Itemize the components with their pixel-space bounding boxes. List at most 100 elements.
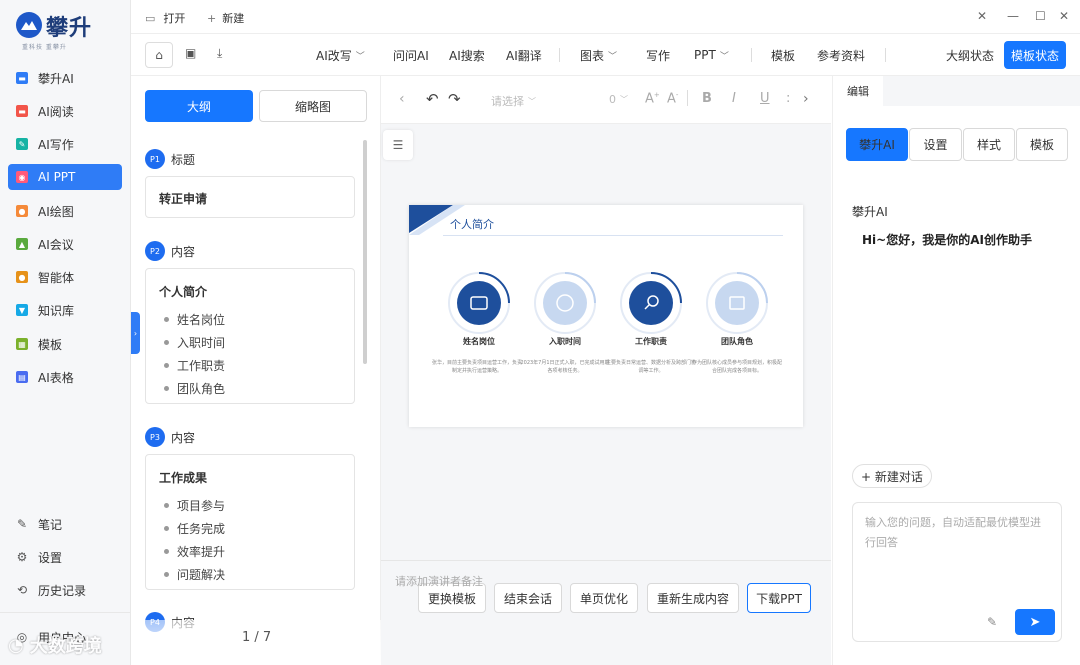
tab-panshengai[interactable]: 攀升AI [846,128,908,161]
save-icon[interactable]: ▣ [185,46,196,60]
pin-icon[interactable]: ✕ [977,9,987,23]
folder-icon: ▭ [145,11,156,25]
divider [559,48,560,62]
redo-icon[interactable]: ↷ [448,90,461,108]
tab-thumbnails[interactable]: 缩略图 [259,90,367,122]
sidebar-item-notes[interactable]: ✎ 笔记 [8,511,122,537]
button-label: 结束会话 [503,591,552,606]
sidebar-item-label: AI PPT [38,170,76,184]
close-icon[interactable]: ✕ [1059,9,1069,23]
speaker-notes-input[interactable]: 请添加演讲者备注 [395,573,483,589]
sidebar-item-template[interactable]: ▦ 模板 [8,331,122,357]
slide-icon-circle [617,269,685,337]
tab-label: 编辑 [847,85,869,98]
font-decrease-icon[interactable]: A- [667,91,678,106]
italic-icon[interactable]: I [732,91,736,106]
download-icon[interactable]: ⤓ [217,46,222,61]
toolbar-label: 模板 [771,48,796,63]
slide-canvas[interactable]: 个人简介 姓名岗位 张华，目前主要负责项目运营工作，负责制定并执行运营策略。 入… [409,205,803,427]
template-state-button[interactable]: 模板状态 [1004,41,1066,69]
sidebar-item-label: AI绘图 [38,204,74,219]
divider [0,612,131,613]
tab-template[interactable]: 模板 [1016,128,1068,161]
slide-item-desc: 主要负责日常运营、数据分析及跨部门协调等工作。 [605,360,696,374]
slide-icon-circle [531,269,599,337]
toolbar-chart[interactable]: 图表 ﹀ [580,34,617,76]
sidebar-item-knowledge[interactable]: ▼ 知识库 [8,297,122,323]
font-size-select[interactable]: 0 ﹀ [609,93,628,106]
button-label: 模板状态 [1010,48,1059,63]
toolbar-ai-rewrite[interactable]: AI改写 ﹀ [316,34,365,76]
sidebar-item-ai-write[interactable]: ✎ AI写作 [8,131,122,157]
slide-icon-circle [703,269,771,337]
send-button[interactable]: ➤ [1015,609,1055,635]
section-header-p1: P1 标题 [145,149,195,169]
magic-wand-icon[interactable]: ✎ [987,615,997,629]
sidebar-item-ai-table[interactable]: ▤ AI表格 [8,364,122,390]
font-select[interactable]: 请选择 ﹀ [491,93,536,109]
new-button[interactable]: + 新建 [207,10,244,26]
toolbar-ai-translate[interactable]: AI翻译 [506,34,542,76]
slide-item-desc: 2023年7月1日正式入职，已完成试用期各项考核任务。 [520,360,610,374]
table-icon: ▤ [16,371,28,383]
tab-label: 样式 [976,138,1001,152]
chevron-left-icon[interactable]: ‹ [399,91,405,107]
chevron-right-icon[interactable]: › [803,91,809,107]
chevron-right-icon: › [133,328,138,338]
minimize-icon[interactable]: — [1007,9,1019,23]
sidebar-item-ai-read[interactable]: ▬ AI阅读 [8,98,122,124]
brand-name: 攀升 [46,16,93,41]
toolbar: ⌂ ▣ ⤓ AI改写 ﹀ 问问AI AI搜索 AI翻译 图表 ﹀ 写作 PPT ﹀ 模… [131,34,1080,76]
outline-card-p3[interactable]: 工作成果 项目参与 任务完成 效率提升 问题解决 [145,454,355,590]
chat-input[interactable]: 输入您的问题，自动适配最优模型进行回答 ✎ ➤ [852,502,1062,642]
outline-toggle-icon[interactable]: ☰ [383,130,413,160]
tab-edit[interactable]: 编辑 [833,76,883,106]
sidebar-item-label: 智能体 [38,270,75,285]
tab-outline[interactable]: 大纲 [145,90,253,122]
home-icon[interactable]: ⌂ [145,42,173,68]
sidebar-item-history[interactable]: ⟲ 历史记录 [8,577,122,603]
tab-style[interactable]: 样式 [963,128,1015,161]
undo-icon[interactable]: ↶ [426,90,439,108]
outline-card-p2[interactable]: 个人简介 姓名岗位 入职时间 工作职责 团队角色 [145,268,355,404]
tab-label: 大纲 [186,99,211,114]
page-indicator: 1 / 7 [242,630,272,645]
tab-settings[interactable]: 设置 [909,128,962,161]
end-session-button[interactable]: 结束会话 [494,583,562,613]
sidebar-item-ai-ppt[interactable]: ◉ AI PPT [8,164,122,190]
ppt-icon: ◉ [16,171,28,183]
open-button[interactable]: ▭ 打开 [145,10,185,26]
outline-state-button[interactable]: 大纲状态 [946,34,994,76]
font-size-value: 0 [609,93,616,106]
maximize-icon[interactable]: ☐ [1035,9,1046,23]
toolbar-ppt[interactable]: PPT ﹀ [694,34,729,76]
sidebar-item-label: 历史记录 [38,583,87,598]
outline-card-p1[interactable]: 转正申请 [145,176,355,218]
sidebar-item-settings[interactable]: ⚙ 设置 [8,544,122,570]
outline-bullet: 任务完成 [164,520,225,537]
button-label: 更换模板 [427,591,476,606]
bold-icon[interactable]: B [702,91,712,106]
toolbar-ai-search[interactable]: AI搜索 [449,34,485,76]
sidebar-item-ai-meeting[interactable]: ▲ AI会议 [8,231,122,257]
brand-logo: 攀升 重科技 重攀升 [16,10,116,51]
optimize-page-button[interactable]: 单页优化 [570,583,638,613]
font-increase-icon[interactable]: A+ [645,91,660,106]
divider [687,90,688,106]
sidebar-item-agent[interactable]: ● 智能体 [8,264,122,290]
toolbar-write[interactable]: 写作 [646,34,670,76]
regenerate-button[interactable]: 重新生成内容 [647,583,739,613]
sidebar-item-ai-draw[interactable]: ● AI绘图 [8,198,122,224]
more-icon[interactable]: : [786,91,790,106]
toolbar-ask-ai[interactable]: 问问AI [393,34,429,76]
new-chat-button[interactable]: + 新建对话 [852,464,932,488]
underline-icon[interactable]: U [760,91,770,106]
toolbar-template[interactable]: 模板 [771,34,795,76]
scrollbar-thumb[interactable] [363,140,367,364]
toolbar-label: 写作 [646,48,671,63]
collapse-left-button[interactable]: › [131,312,140,354]
download-ppt-button[interactable]: 下载PPT [747,583,811,613]
sidebar-item-panshengai[interactable]: ▬ 攀升AI [8,65,122,91]
page-badge: P3 [145,427,165,447]
toolbar-references[interactable]: 参考资料 [817,34,865,76]
